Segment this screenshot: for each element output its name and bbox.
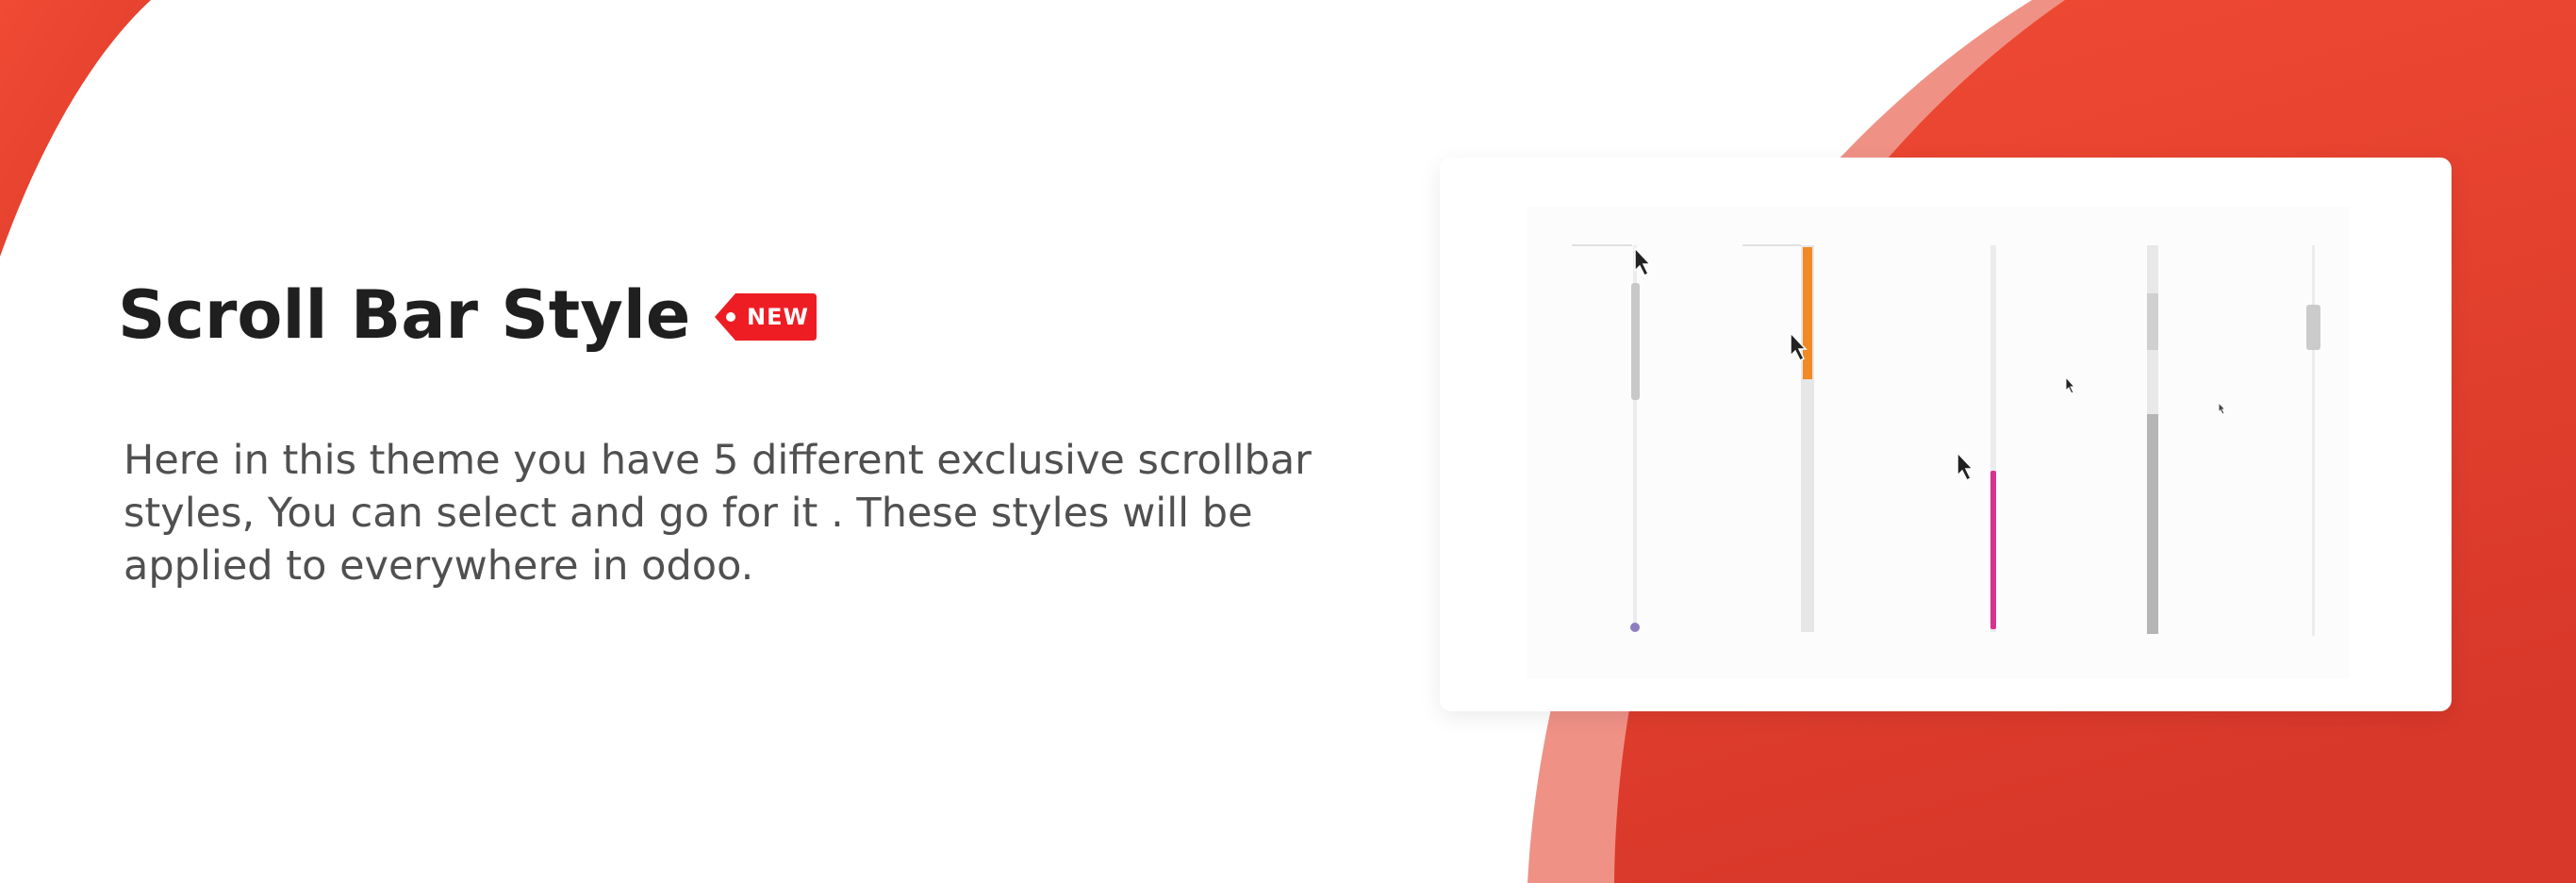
feature-description: Here in this theme you have 5 different … xyxy=(124,437,1312,590)
top-left-corner-shape xyxy=(0,0,151,257)
scrollbar-style-3[interactable] xyxy=(1957,245,1996,632)
mouse-cursor-icon xyxy=(2065,375,2076,394)
scrollbar-style-4[interactable] xyxy=(2065,245,2158,634)
scrollbar-style-2[interactable] xyxy=(1742,244,1814,632)
mouse-cursor-icon xyxy=(1957,451,1974,482)
feature-title: Scroll Bar Style xyxy=(118,276,691,354)
new-badge-label: NEW xyxy=(747,304,809,330)
new-badge: NEW xyxy=(715,293,817,341)
mouse-cursor-icon xyxy=(2218,401,2227,415)
mouse-cursor-icon xyxy=(1634,246,1652,277)
scrollbar-preview-card xyxy=(1440,158,2452,711)
scrollbar-preview-area xyxy=(1527,207,2350,678)
scrollbar-style-5[interactable] xyxy=(2218,245,2320,636)
scrollbar-style-1[interactable] xyxy=(1572,244,1652,632)
